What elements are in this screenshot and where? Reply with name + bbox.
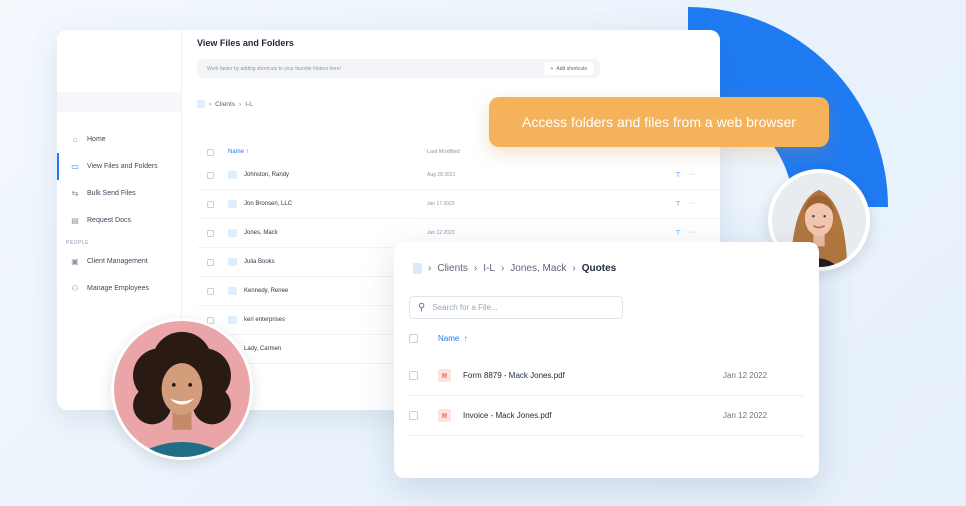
sidebar-item-label: View Files and Folders — [87, 163, 158, 170]
sidebar-section-people: PEOPLE — [66, 240, 90, 246]
file-date: Jan 12 2022 — [723, 411, 768, 420]
avatar-woman-curly — [111, 318, 253, 460]
more-icon[interactable]: ··· — [688, 200, 695, 208]
sidebar-item-request-docs[interactable]: ▤ Request Docs — [57, 207, 181, 234]
sidebar-item-home[interactable]: ⌂ Home — [57, 126, 181, 153]
folder-icon — [228, 229, 237, 237]
breadcrumb: › Clients › I-L — [197, 100, 253, 108]
more-icon[interactable]: ··· — [688, 171, 695, 179]
row-name: Jones, Mack — [244, 230, 278, 236]
home-icon: ⌂ — [72, 135, 78, 144]
sidebar-item-bulk-send[interactable]: ⇆ Bulk Send Files — [57, 180, 181, 207]
chevron-right-icon: › — [572, 263, 576, 274]
person-photo-icon — [114, 321, 250, 457]
row-checkbox[interactable] — [207, 287, 214, 295]
folder-icon — [228, 171, 237, 179]
document-icon: ▤ — [71, 216, 79, 225]
row-checkbox[interactable] — [207, 229, 214, 237]
file-name: Invoice - Mack Jones.pdf — [463, 411, 552, 420]
sidebar-item-label: Bulk Send Files — [87, 190, 136, 197]
chevron-right-icon: › — [428, 263, 432, 274]
pin-icon[interactable]: ⊤ — [675, 171, 681, 179]
search-icon: ⚲ — [418, 302, 426, 313]
select-all-checkbox[interactable] — [409, 334, 418, 343]
sidebar-item-client-management[interactable]: ▣ Client Management — [57, 248, 181, 275]
row-name: Jon Bronsen, LLC — [244, 201, 293, 207]
breadcrumb-item[interactable]: Clients — [215, 101, 235, 108]
row-checkbox[interactable] — [207, 171, 214, 179]
send-icon: ⇆ — [71, 189, 79, 198]
breadcrumb-item[interactable]: Clients — [437, 263, 468, 274]
sidebar-item-manage-employees[interactable]: ⚇ Manage Employees — [57, 275, 181, 302]
logo-area — [57, 30, 181, 92]
row-date: Aug 28 2021 — [427, 172, 456, 178]
folder-icon — [228, 258, 237, 266]
row-checkbox[interactable] — [409, 411, 418, 420]
breadcrumb-current: Quotes — [581, 263, 617, 274]
row-name: Julia Books — [244, 259, 275, 265]
shortcut-hint: Work faster by adding shortcuts to your … — [207, 65, 341, 72]
users-icon: ⚇ — [71, 284, 79, 293]
row-checkbox[interactable] — [409, 371, 418, 380]
table-row[interactable]: Johnston, Randy Aug 28 2021 ⊤ ··· — [197, 161, 720, 190]
breadcrumb-item[interactable]: I-L — [483, 263, 495, 274]
file-name: Form 8879 - Mack Jones.pdf — [463, 371, 565, 380]
folder-icon — [228, 287, 237, 295]
chevron-right-icon: › — [473, 263, 478, 274]
file-search-input[interactable]: ⚲ Search for a File... — [409, 296, 623, 319]
folder-icon — [413, 263, 422, 274]
chevron-right-icon: › — [500, 263, 505, 274]
file-row[interactable]: ▤ Form 8879 - Mack Jones.pdf Jan 12 2022 — [409, 356, 804, 396]
column-name[interactable]: Name ↑ — [228, 149, 249, 155]
column-last-modified[interactable]: Last Modified — [427, 149, 460, 155]
folder-icon — [228, 200, 237, 208]
sidebar-item-view-files[interactable]: ▭ View Files and Folders — [57, 153, 181, 180]
sidebar-item-label: Request Docs — [87, 217, 131, 224]
sidebar-band — [57, 92, 181, 112]
folder-icon — [228, 316, 237, 324]
pin-icon[interactable]: ⊤ — [675, 229, 681, 237]
row-name: Lady, Carmen — [244, 346, 282, 352]
table-header: Name ↑ — [409, 334, 468, 343]
select-all-checkbox[interactable] — [207, 148, 214, 156]
row-name: Johnston, Randy — [244, 172, 290, 178]
row-date: Jan 12 2023 — [427, 230, 455, 236]
column-name[interactable]: Name ↑ — [438, 334, 468, 343]
file-row[interactable]: ▤ Invoice - Mack Jones.pdf Jan 12 2022 — [409, 396, 804, 436]
sidebar-item-label: Home — [87, 136, 106, 143]
briefcase-icon: ▣ — [71, 257, 79, 266]
row-name: Kennedy, Renee — [244, 288, 289, 294]
sidebar-item-label: Client Management — [87, 258, 148, 265]
plus-icon: + — [550, 65, 554, 72]
shortcut-bar: Work faster by adding shortcuts to your … — [197, 59, 600, 78]
feature-callout: Access folders and files from a web brow… — [489, 97, 829, 147]
breadcrumb-item[interactable]: Jones, Mack — [510, 263, 566, 274]
table-row[interactable]: Jon Bronsen, LLC Jan 17 2023 ⊤ ··· — [197, 190, 720, 219]
row-checkbox[interactable] — [207, 258, 214, 266]
page-title: View Files and Folders — [197, 38, 294, 48]
add-shortcuts-label: Add shortcuts — [556, 65, 587, 72]
quotes-window: › Clients › I-L › Jones, Mack › Quotes ⚲… — [394, 242, 819, 478]
row-checkbox[interactable] — [207, 200, 214, 208]
pdf-icon: ▤ — [438, 409, 451, 422]
pin-icon[interactable]: ⊤ — [675, 200, 681, 208]
chevron-right-icon: › — [239, 100, 242, 108]
breadcrumb: › Clients › I-L › Jones, Mack › Quotes — [413, 263, 616, 274]
row-date: Jan 17 2023 — [427, 201, 455, 207]
chevron-right-icon: › — [209, 100, 212, 108]
add-shortcuts-button[interactable]: + Add shortcuts — [543, 62, 594, 75]
folder-icon: ▭ — [71, 162, 79, 171]
search-placeholder: Search for a File... — [432, 303, 498, 312]
pdf-icon: ▤ — [438, 369, 451, 382]
folder-icon — [197, 100, 205, 108]
more-icon[interactable]: ··· — [688, 229, 695, 237]
breadcrumb-item[interactable]: I-L — [245, 101, 253, 108]
sidebar-item-label: Manage Employees — [87, 285, 149, 292]
row-name: keri enterprises — [244, 317, 286, 323]
file-date: Jan 12 2022 — [723, 371, 768, 380]
